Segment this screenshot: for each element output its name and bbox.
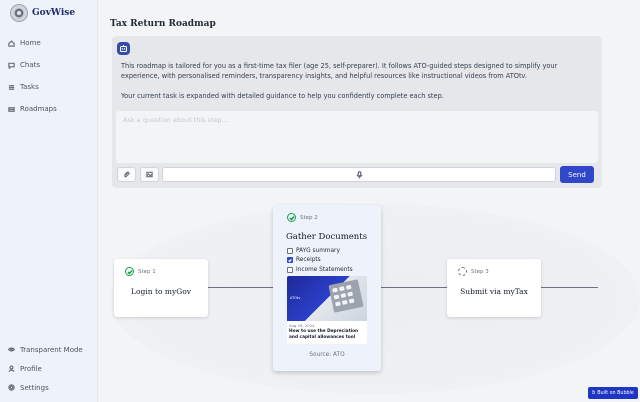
checklist-item-payg[interactable]: PAYG summary: [287, 246, 353, 256]
checklist-item-receipts[interactable]: Receipts: [287, 256, 353, 266]
chat-icon: [8, 62, 15, 69]
video-title: How to use the Depreciation and capital …: [289, 329, 359, 340]
home-icon: [8, 39, 15, 47]
attach-button[interactable]: [117, 167, 136, 182]
roadmap-icon: [8, 106, 15, 112]
gear-icon: [8, 384, 15, 391]
coat-of-arms-icon: [10, 4, 28, 22]
image-icon: [146, 171, 153, 178]
connector-line: [540, 287, 598, 288]
nav-label: Settings: [20, 383, 49, 392]
nav-label: Transparent Mode: [20, 345, 83, 354]
video-card[interactable]: ATOtv Aug 16, 2024 How to use the Deprec…: [287, 276, 367, 344]
badge-label: Built on Bubble: [597, 390, 634, 396]
check-circle-icon: [125, 267, 134, 276]
image-upload-button[interactable]: [140, 167, 159, 182]
step-title: Gather Documents: [286, 232, 368, 242]
nav-item-transparent-mode[interactable]: Transparent Mode: [8, 340, 90, 359]
checklist-label: PAYG summary: [296, 247, 340, 254]
nav-item-tasks[interactable]: Tasks: [8, 76, 90, 98]
checklist-label: Income Statements: [296, 266, 353, 273]
bottom-nav: Transparent Mode Profile Settings: [8, 340, 90, 397]
document-checklist: PAYG summary Receipts Income Statements: [287, 246, 353, 275]
nav-item-settings[interactable]: Settings: [8, 378, 90, 397]
main-nav: Home Chats Tasks Roadmaps: [8, 32, 90, 120]
bubble-logo-icon: ɓ: [592, 390, 596, 396]
checklist-label: Receipts: [296, 257, 321, 264]
check-circle-icon: [287, 213, 296, 222]
checkbox[interactable]: [287, 247, 293, 254]
sidebar: GovWise Home Chats Tasks Roadmaps Transp…: [0, 0, 98, 402]
checkbox[interactable]: [287, 266, 293, 273]
step-title: Login to myGov: [131, 287, 191, 296]
step-tag: Step 2: [287, 213, 318, 222]
tasks-icon: [8, 84, 15, 90]
checkmark-icon: [288, 258, 292, 263]
step-tag: Step 3: [458, 267, 489, 276]
step-number: Step 3: [471, 268, 489, 275]
checkbox[interactable]: [287, 257, 293, 264]
step-card-1[interactable]: Step 1 Login to myGov: [114, 259, 208, 317]
step-card-2[interactable]: Step 2 Gather Documents PAYG summary Rec…: [273, 205, 381, 371]
assistant-message-guidance: Your current task is expanded with detai…: [121, 92, 444, 100]
video-date: Aug 16, 2024: [289, 323, 315, 328]
reply-textarea-wrapper: [116, 111, 598, 163]
step-number: Step 1: [138, 268, 156, 275]
microphone-icon: [356, 171, 363, 179]
eye-icon: [8, 347, 15, 352]
nav-label: Chats: [20, 61, 41, 69]
step-tag: Step 1: [125, 267, 156, 276]
brand[interactable]: GovWise: [10, 4, 75, 22]
nav-label: Roadmaps: [20, 105, 57, 113]
pending-circle-icon: [458, 267, 467, 276]
built-on-bubble-badge[interactable]: ɓ Built on Bubble: [588, 387, 638, 399]
step-number: Step 2: [300, 214, 318, 221]
connector-line: [381, 287, 447, 288]
assistant-panel: This roadmap is tailored for you as a fi…: [112, 36, 602, 188]
assistant-message: This roadmap is tailored for you as a fi…: [121, 61, 591, 101]
microphone-button[interactable]: [356, 171, 363, 179]
nav-label: Home: [20, 39, 41, 47]
nav-label: Tasks: [20, 83, 39, 91]
checklist-item-income-statements[interactable]: Income Statements: [287, 265, 353, 275]
calculator-illustration: [328, 279, 364, 313]
nav-item-roadmaps[interactable]: Roadmaps: [8, 98, 90, 120]
send-button[interactable]: Send: [560, 166, 594, 183]
assistant-message-intro: This roadmap is tailored for you as a fi…: [121, 62, 558, 80]
source-label: Source: ATO: [309, 352, 345, 358]
reply-textarea[interactable]: [116, 111, 598, 163]
nav-item-home[interactable]: Home: [8, 32, 90, 54]
connector-line: [208, 287, 274, 288]
video-thumbnail-label: ATOtv: [290, 296, 301, 300]
user-icon: [8, 365, 15, 372]
nav-item-profile[interactable]: Profile: [8, 359, 90, 378]
brand-name: GovWise: [32, 8, 76, 18]
step-title: Submit via myTax: [460, 287, 528, 296]
paperclip-icon: [124, 171, 130, 178]
bot-icon: [117, 42, 130, 55]
step-card-3[interactable]: Step 3 Submit via myTax: [447, 259, 541, 317]
page-title: Tax Return Roadmap: [110, 19, 216, 29]
nav-label: Profile: [20, 364, 42, 373]
nav-item-chats[interactable]: Chats: [8, 54, 90, 76]
video-thumbnail: ATOtv: [287, 276, 367, 321]
